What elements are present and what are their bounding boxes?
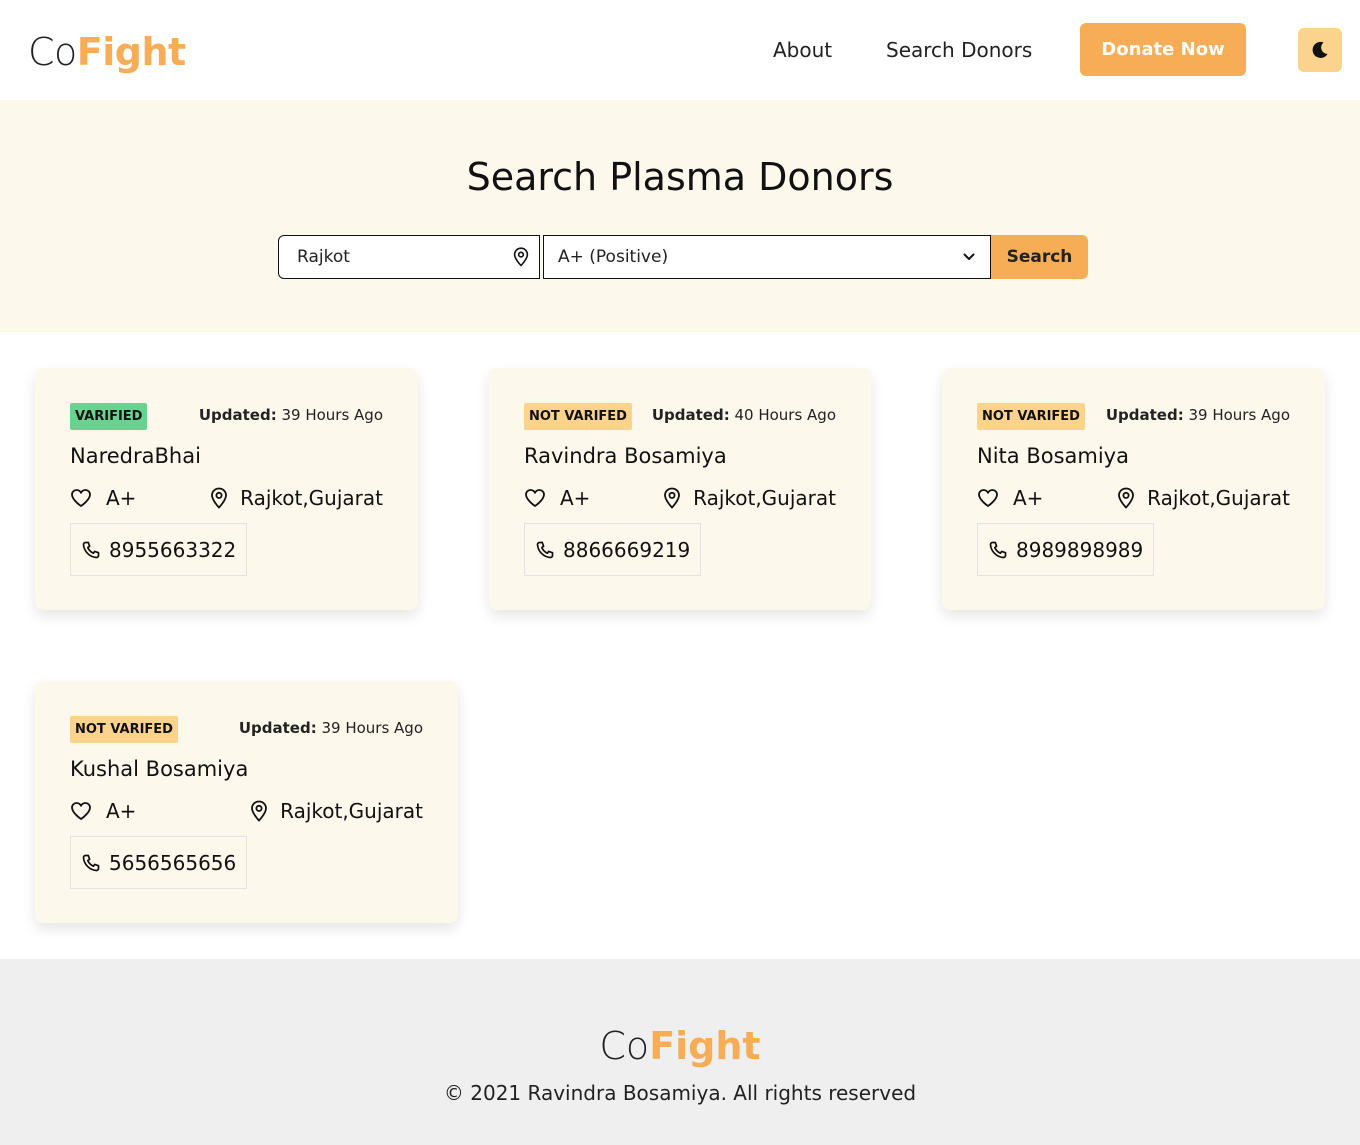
donor-location: Rajkot,Gujarat [210, 484, 383, 512]
donor-name: Kushal Bosamiya [70, 757, 249, 781]
donor-location: Rajkot,Gujarat [250, 797, 423, 825]
heart-icon [71, 802, 91, 820]
location-pin-icon [251, 800, 268, 822]
phone-button[interactable]: 8955663322 [70, 523, 248, 576]
blood-group: A+ [524, 484, 590, 512]
updated-value: 39 Hours Ago [276, 406, 383, 424]
updated-value: 39 Hours Ago [1183, 406, 1290, 424]
donor-location-value: Rajkot,Gujarat [693, 486, 836, 510]
blood-group-value: A+ [1013, 486, 1044, 510]
phone-number: 8955663322 [109, 537, 237, 562]
donor-name: Nita Bosamiya [977, 444, 1129, 468]
location-pin-icon [664, 487, 681, 509]
logo-highlight: Fight [76, 30, 186, 74]
donate-now-button[interactable]: Donate Now [1080, 23, 1246, 76]
donor-card: NOT VARIFED Updated: 39 Hours Ago Kushal… [35, 681, 458, 923]
blood-group-selected-value: A+ (Positive) [558, 247, 669, 267]
header: CoFight About Search Donors Donate Now [0, 0, 1360, 100]
donor-location: Rajkot,Gujarat [663, 484, 836, 512]
location-input[interactable]: Rajkot [278, 235, 540, 279]
phone-icon [82, 541, 100, 558]
blood-group: A+ [70, 797, 136, 825]
footer: CoFight © 2021 Ravindra Bosamiya. All ri… [0, 959, 1360, 1145]
updated-value: 40 Hours Ago [729, 406, 836, 424]
blood-group-value: A+ [106, 799, 137, 823]
donor-card: VARIFIED Updated: 39 Hours Ago NaredraBh… [35, 368, 418, 610]
donor-card: NOT VARIFED Updated: 40 Hours Ago Ravind… [489, 368, 871, 610]
location-input-value: Rajkot [297, 247, 350, 267]
donor-card: NOT VARIFED Updated: 39 Hours Ago Nita B… [942, 368, 1325, 610]
location-pin-icon [1118, 487, 1135, 509]
location-pin-icon [513, 247, 529, 267]
logo-prefix: Co [28, 30, 77, 74]
phone-icon [82, 854, 100, 871]
phone-number: 5656565656 [109, 850, 237, 875]
page-title: Search Plasma Donors [466, 155, 894, 199]
nav-search-donors-link[interactable]: Search Donors [886, 38, 1032, 62]
footer-logo[interactable]: CoFight [0, 1024, 1360, 1068]
updated-label: Updated: [238, 719, 317, 737]
phone-button[interactable]: 5656565656 [70, 836, 248, 889]
search-hero: Search Plasma Donors Rajkot A+ (Positive… [0, 100, 1360, 332]
updated-value: 39 Hours Ago [316, 719, 423, 737]
heart-icon [525, 489, 545, 507]
blood-group-select[interactable]: A+ (Positive) [543, 235, 991, 279]
phone-icon [989, 541, 1007, 558]
updated-time: Updated: 39 Hours Ago [199, 406, 383, 424]
phone-number: 8989898989 [1016, 537, 1144, 562]
moon-icon [1312, 41, 1328, 58]
copyright-text: © 2021 Ravindra Bosamiya. All rights res… [443, 1081, 917, 1105]
footer-logo-highlight: Fight [649, 1024, 761, 1068]
donor-location: Rajkot,Gujarat [1117, 484, 1290, 512]
chevron-down-icon [963, 253, 975, 260]
updated-time: Updated: 39 Hours Ago [239, 719, 423, 737]
status-badge: NOT VARIFED [70, 716, 178, 743]
footer-logo-prefix: Co [599, 1024, 650, 1068]
blood-group-value: A+ [560, 486, 591, 510]
blood-group: A+ [977, 484, 1043, 512]
location-pin-icon [211, 487, 228, 509]
status-badge: NOT VARIFED [524, 403, 632, 430]
phone-button[interactable]: 8866669219 [524, 523, 702, 576]
status-badge: VARIFIED [70, 403, 148, 430]
updated-time: Updated: 39 Hours Ago [1106, 406, 1290, 424]
search-button[interactable]: Search [991, 235, 1088, 279]
donor-location-value: Rajkot,Gujarat [1147, 486, 1290, 510]
phone-number: 8866669219 [563, 537, 691, 562]
status-badge: NOT VARIFED [977, 403, 1085, 430]
blood-group-value: A+ [106, 486, 137, 510]
heart-icon [71, 489, 91, 507]
phone-button[interactable]: 8989898989 [977, 523, 1155, 576]
donor-location-value: Rajkot,Gujarat [280, 799, 423, 823]
updated-label: Updated: [651, 406, 730, 424]
theme-toggle-button[interactable] [1298, 28, 1342, 72]
updated-label: Updated: [198, 406, 277, 424]
heart-icon [978, 489, 998, 507]
donor-location-value: Rajkot,Gujarat [240, 486, 383, 510]
nav-about-link[interactable]: About [773, 38, 832, 62]
phone-icon [536, 541, 554, 558]
blood-group: A+ [70, 484, 136, 512]
updated-label: Updated: [1105, 406, 1184, 424]
donor-name: Ravindra Bosamiya [524, 444, 727, 468]
donor-name: NaredraBhai [70, 444, 201, 468]
logo[interactable]: CoFight [28, 30, 186, 74]
updated-time: Updated: 40 Hours Ago [652, 406, 836, 424]
